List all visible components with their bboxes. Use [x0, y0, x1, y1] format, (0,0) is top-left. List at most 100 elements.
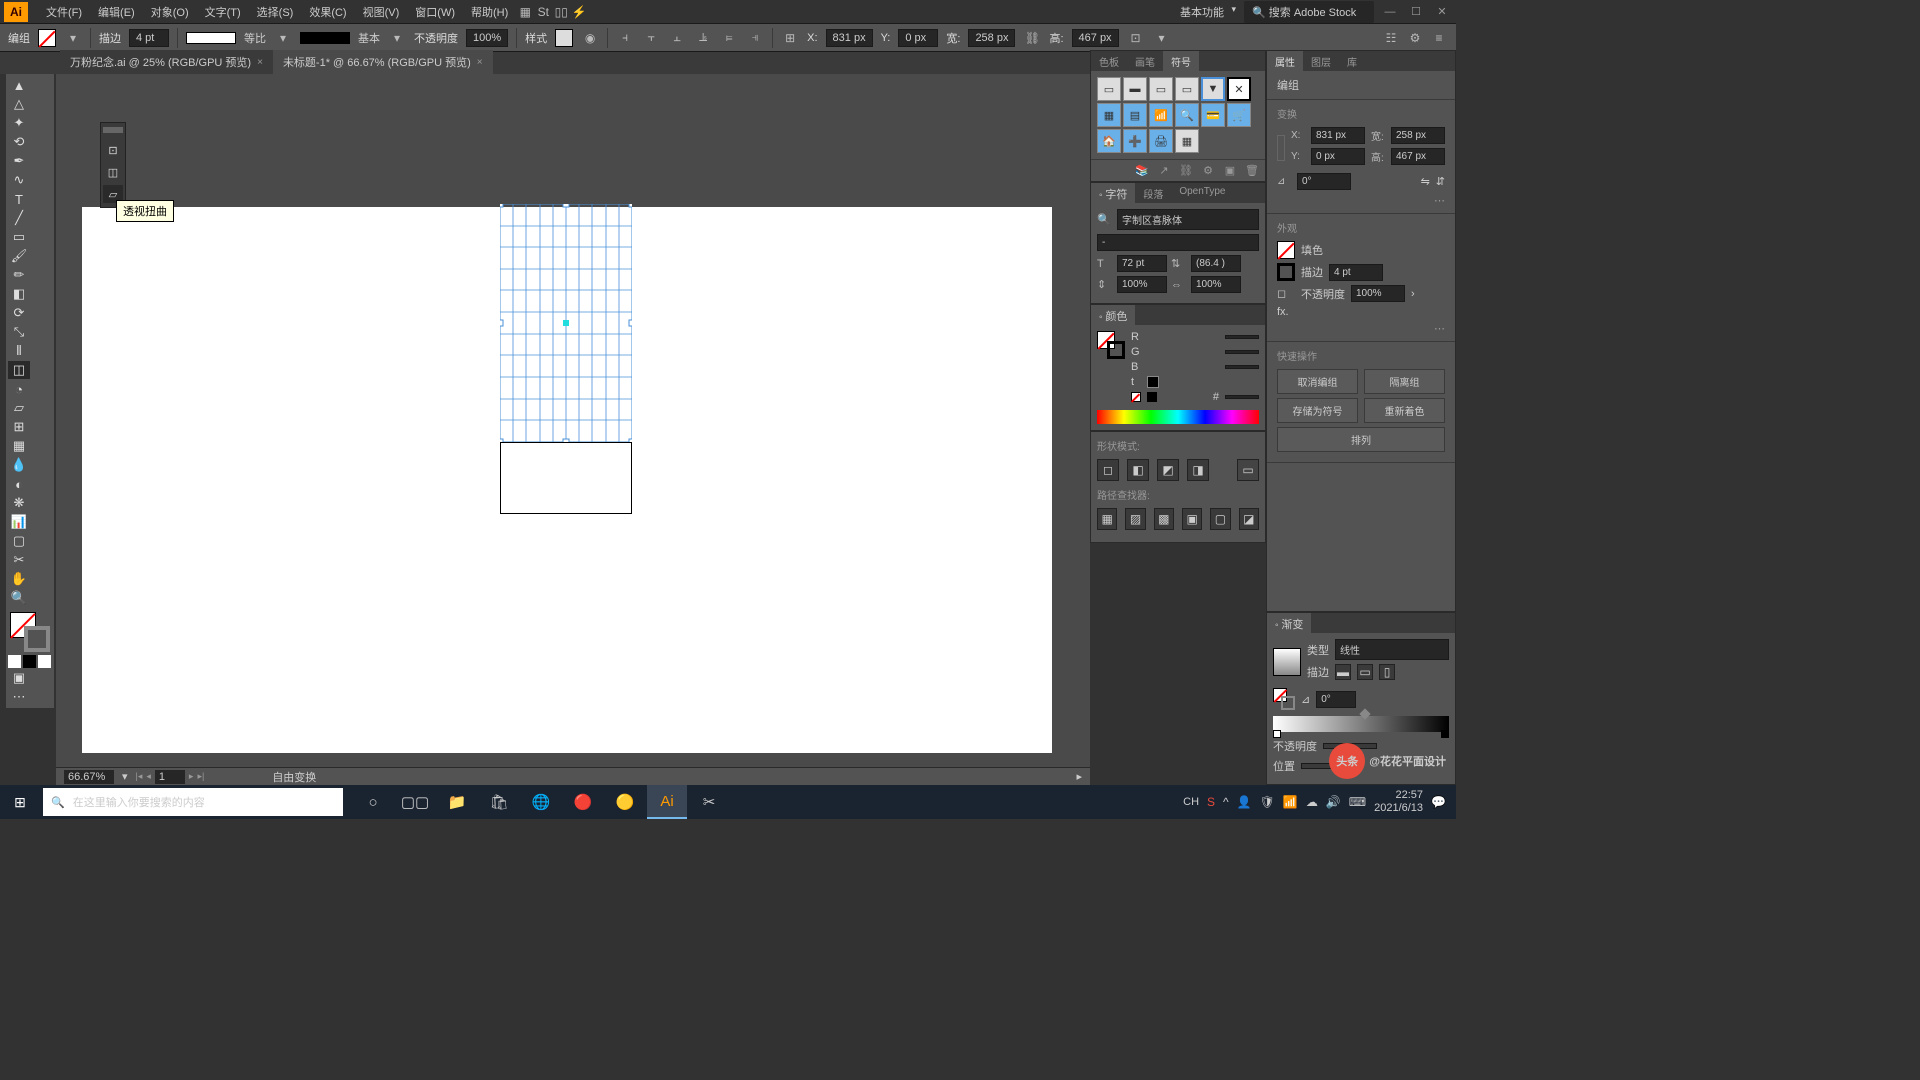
color-spectrum[interactable] — [1097, 410, 1259, 424]
gradient-stop[interactable] — [1273, 730, 1281, 738]
symbol-item[interactable]: ✕ — [1227, 77, 1251, 101]
prop-w-field[interactable]: 258 px — [1391, 127, 1445, 144]
eyedropper-tool[interactable]: 💧 — [8, 456, 30, 474]
free-transform-subtool[interactable]: ◫ — [103, 163, 123, 181]
panel-grip[interactable] — [103, 127, 123, 133]
shape-builder-tool[interactable]: ◔ — [8, 380, 30, 398]
place-symbol-icon[interactable]: ↗ — [1157, 164, 1171, 178]
menu-window[interactable]: 窗口(W) — [407, 4, 463, 20]
expand-button[interactable]: ▭ — [1237, 459, 1259, 481]
r-field[interactable] — [1225, 335, 1259, 339]
isolate-button[interactable]: 隔离组 — [1364, 369, 1445, 394]
more-options-icon[interactable]: ⋯ — [1277, 194, 1445, 207]
menu-file[interactable]: 文件(F) — [38, 4, 90, 20]
tab-1-close-icon[interactable]: × — [257, 57, 263, 68]
tab-2-close-icon[interactable]: × — [477, 57, 483, 68]
tray-network-icon[interactable]: 📶 — [1283, 795, 1298, 809]
menu-view[interactable]: 视图(V) — [355, 4, 408, 20]
document-tab-2[interactable]: 未标题-1* @ 66.67% (RGB/GPU 预览)× — [273, 50, 493, 74]
link-wh-icon[interactable]: ⛓ — [1023, 29, 1041, 47]
perspective-tool[interactable]: ▱ — [8, 399, 30, 417]
search-stock-input[interactable]: 🔍 搜索 Adobe Stock — [1244, 1, 1374, 23]
document-tab-1[interactable]: 万粉纪念.ai @ 25% (RGB/GPU 预览)× — [60, 50, 273, 74]
mesh-tool[interactable]: ⊞ — [8, 418, 30, 436]
crop-icon[interactable]: ▣ — [1182, 508, 1202, 530]
arrange-icon[interactable]: ▯▯ — [552, 3, 570, 21]
explorer-icon[interactable]: 📁 — [437, 785, 477, 819]
align-top-icon[interactable]: ⫡ — [694, 29, 712, 47]
scale-tool[interactable]: ⤡ — [8, 323, 30, 341]
grad-type-field[interactable]: 线性 — [1335, 639, 1449, 660]
tray-lang-icon[interactable]: ⌨ — [1349, 795, 1366, 809]
color-fill-stroke[interactable] — [1097, 331, 1125, 359]
recolor-button[interactable]: 重新着色 — [1364, 398, 1445, 423]
fill-dropdown-icon[interactable]: ▾ — [64, 29, 82, 47]
gradient-preview[interactable] — [1273, 648, 1301, 676]
workspace-dropdown[interactable]: 基本功能 — [1172, 2, 1238, 22]
menu-select[interactable]: 选择(S) — [249, 4, 302, 20]
symbol-item[interactable]: 🛒 — [1227, 103, 1251, 127]
outline-icon[interactable]: ▢ — [1210, 508, 1230, 530]
divide-icon[interactable]: ▦ — [1097, 508, 1117, 530]
isolate-icon[interactable]: ⊡ — [1127, 29, 1145, 47]
none-swatch[interactable] — [38, 655, 51, 668]
properties-tab[interactable]: 属性 — [1267, 51, 1303, 71]
menu-type[interactable]: 文字(T) — [197, 4, 249, 20]
direct-selection-tool[interactable]: △ — [8, 95, 30, 113]
font-size-field[interactable]: 72 pt — [1117, 255, 1167, 272]
libraries-tab[interactable]: 库 — [1339, 51, 1365, 71]
cortana-icon[interactable]: ○ — [353, 785, 393, 819]
illustrator-taskbar-icon[interactable]: Ai — [647, 785, 687, 819]
prefs-icon[interactable]: ⚙ — [1406, 29, 1424, 47]
graph-tool[interactable]: 📊 — [8, 513, 30, 531]
fill-stroke-indicator[interactable] — [8, 612, 52, 652]
stroke-indicator[interactable] — [24, 626, 50, 652]
pen-tool[interactable]: ✒ — [8, 152, 30, 170]
rectangle-tool[interactable]: ▭ — [8, 228, 30, 246]
maximize-button[interactable]: ☐ — [1406, 5, 1426, 19]
taskbar-search[interactable]: 🔍 在这里输入你要搜索的内容 — [43, 788, 343, 816]
lasso-tool[interactable]: ⟲ — [8, 133, 30, 151]
unite-icon[interactable]: ◻ — [1097, 459, 1119, 481]
grad-stroke-2-icon[interactable]: ▭ — [1357, 664, 1373, 680]
store-icon[interactable]: 🛍 — [479, 785, 519, 819]
save-symbol-button[interactable]: 存储为符号 — [1277, 398, 1358, 423]
curvature-tool[interactable]: ∿ — [8, 171, 30, 189]
prev-artboard-icon[interactable]: ◂ — [146, 771, 151, 782]
symbols-tab[interactable]: 符号 — [1163, 51, 1199, 71]
character-tab[interactable]: ◦ 字符 — [1091, 183, 1135, 203]
tint-swatch[interactable] — [1147, 376, 1159, 388]
gradient-ramp[interactable] — [1273, 716, 1449, 732]
fill-swatch[interactable] — [38, 29, 56, 47]
symbol-item[interactable]: ▭ — [1149, 77, 1173, 101]
menu-object[interactable]: 对象(O) — [143, 4, 197, 20]
trim-icon[interactable]: ▨ — [1125, 508, 1145, 530]
y-field[interactable]: 0 px — [898, 29, 938, 47]
h-field[interactable]: 467 px — [1072, 29, 1119, 47]
rotate-tool[interactable]: ⟳ — [8, 304, 30, 322]
symbol-item[interactable]: ➕ — [1123, 129, 1147, 153]
hscale-field[interactable]: 100% — [1191, 276, 1241, 293]
taskbar-clock[interactable]: 22:57 2021/6/13 — [1374, 789, 1423, 815]
bridge-icon[interactable]: ▦ — [516, 3, 534, 21]
first-artboard-icon[interactable]: |◂ — [136, 771, 143, 782]
minimize-button[interactable]: — — [1380, 5, 1400, 19]
align-hc-icon[interactable]: ⫟ — [642, 29, 660, 47]
next-artboard-icon[interactable]: ▸ — [189, 771, 194, 782]
align-vc-icon[interactable]: ⫢ — [720, 29, 738, 47]
edge-icon[interactable]: 🌐 — [521, 785, 561, 819]
font-search-icon[interactable]: 🔍 — [1097, 213, 1113, 226]
zoom-field[interactable]: 66.67% — [64, 770, 114, 784]
grad-angle-field[interactable]: 0° — [1316, 691, 1356, 708]
tray-icon[interactable]: S — [1207, 795, 1215, 809]
symbol-item[interactable]: ▤ — [1123, 103, 1147, 127]
gradient-midpoint[interactable] — [1359, 708, 1370, 719]
opacity-field[interactable]: 100% — [466, 29, 508, 47]
opentype-tab[interactable]: OpenType — [1171, 183, 1233, 203]
fx-label[interactable]: fx. — [1277, 306, 1289, 318]
type-tool[interactable]: T — [8, 190, 30, 208]
start-button[interactable]: ⊞ — [0, 785, 40, 819]
gradient-tool[interactable]: ▦ — [8, 437, 30, 455]
b-field[interactable] — [1225, 365, 1259, 369]
reference-point[interactable] — [1277, 135, 1285, 161]
